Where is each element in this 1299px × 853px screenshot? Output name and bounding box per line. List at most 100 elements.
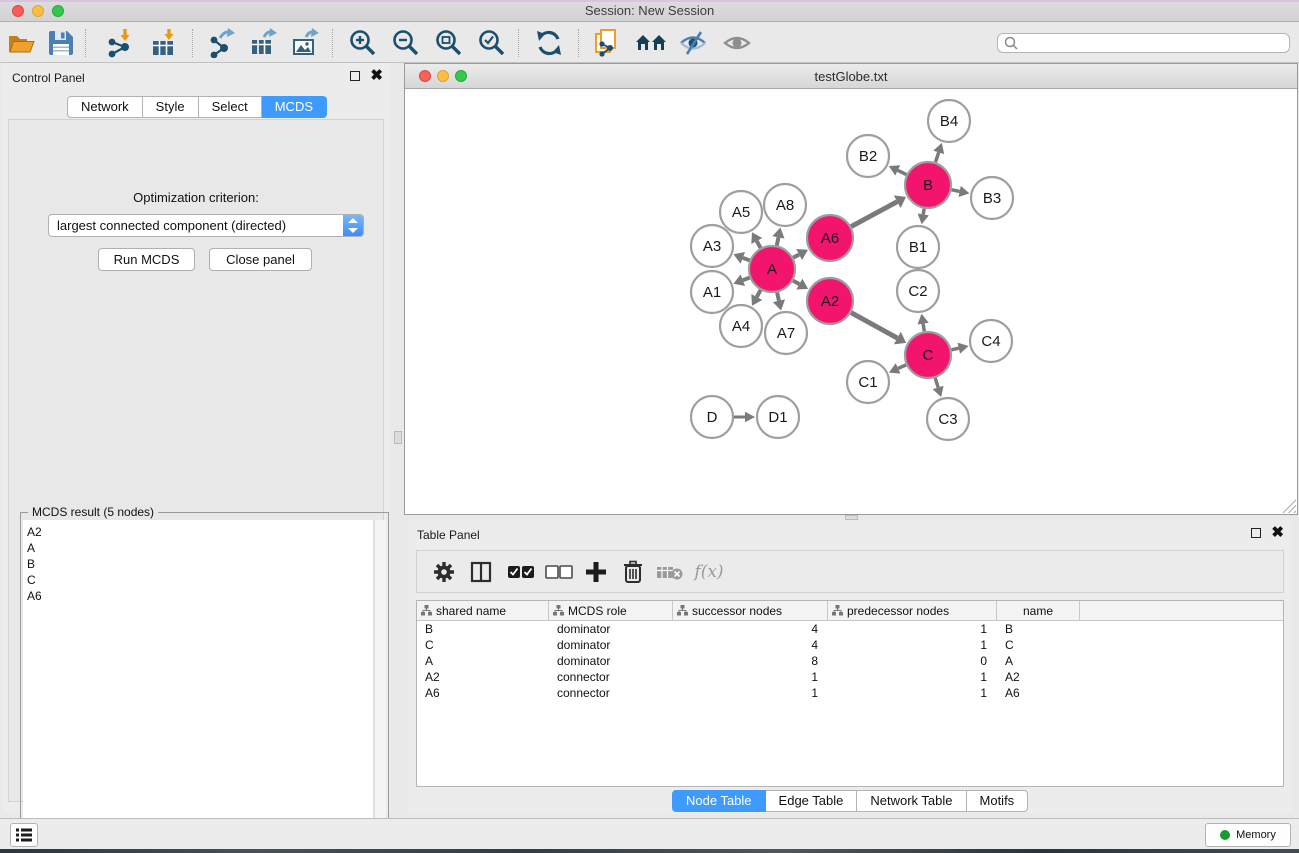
refresh-icon[interactable] <box>533 27 565 59</box>
graph-node-A1[interactable]: A1 <box>691 271 733 313</box>
graph-edge-A-A2[interactable] <box>793 279 808 290</box>
column-header-MCDS-role[interactable]: MCDS role <box>549 601 673 620</box>
delete-icon[interactable] <box>618 557 648 587</box>
table-cell[interactable]: 1 <box>673 670 828 684</box>
table-cell[interactable]: 4 <box>673 638 828 652</box>
table-cell[interactable]: dominator <box>549 654 673 668</box>
memory-button[interactable]: Memory <box>1205 823 1291 847</box>
graph-edge-A-A3[interactable] <box>733 252 749 264</box>
float-panel-icon[interactable] <box>1251 528 1261 538</box>
graph-node-A[interactable]: A <box>749 246 795 292</box>
graph-edge-C-C4[interactable] <box>951 343 968 354</box>
table-row[interactable]: A6connector11A6 <box>417 685 1283 701</box>
graph-edge-A-A8[interactable] <box>772 228 784 246</box>
zoom-in-icon[interactable] <box>347 27 379 59</box>
tab-network[interactable]: Network <box>67 96 143 118</box>
tab-motifs[interactable]: Motifs <box>967 790 1029 812</box>
mcds-result-item[interactable]: B <box>27 556 373 572</box>
table-row[interactable]: A2connector11A2 <box>417 669 1283 685</box>
mcds-result-item[interactable]: A2 <box>27 524 373 540</box>
graph-edge-A6-B[interactable] <box>851 195 906 226</box>
graph-node-A8[interactable]: A8 <box>764 184 806 226</box>
graph-edge-B-B2[interactable] <box>889 165 907 175</box>
table-cell[interactable]: B <box>417 622 549 636</box>
tab-mcds[interactable]: MCDS <box>262 96 327 118</box>
graph-node-B2[interactable]: B2 <box>847 135 889 177</box>
float-panel-icon[interactable] <box>350 71 360 81</box>
table-cell[interactable]: 1 <box>828 638 997 652</box>
clone-network-icon[interactable] <box>591 27 623 59</box>
mcds-result-item[interactable]: A6 <box>27 588 373 604</box>
search-input[interactable] <box>1019 35 1289 51</box>
column-icon[interactable] <box>466 557 496 587</box>
table-cell[interactable]: C <box>417 638 549 652</box>
table-cell[interactable]: A2 <box>997 670 1080 684</box>
tab-edge-table[interactable]: Edge Table <box>766 790 858 812</box>
table-cell[interactable]: connector <box>549 670 673 684</box>
close-panel-icon[interactable]: ✖ <box>370 71 383 81</box>
graph-node-B[interactable]: B <box>905 162 951 208</box>
table-row[interactable]: Adominator80A <box>417 653 1283 669</box>
mcds-result-item[interactable]: A <box>27 540 373 556</box>
graph-edge-B-B4[interactable] <box>933 143 944 162</box>
deselect-all-icon[interactable] <box>544 557 574 587</box>
graph-edge-A2-C[interactable] <box>851 313 906 345</box>
zoom-selected-icon[interactable] <box>476 27 508 59</box>
graph-edge-A-A7[interactable] <box>773 292 785 310</box>
vertical-scrollbar[interactable] <box>374 520 386 849</box>
column-header-successor-nodes[interactable]: successor nodes <box>673 601 828 620</box>
export-table-icon[interactable] <box>247 27 279 59</box>
tab-select[interactable]: Select <box>199 96 262 118</box>
graph-edge-A-A6[interactable] <box>793 249 808 260</box>
table-row[interactable]: Bdominator41B <box>417 621 1283 637</box>
export-network-icon[interactable] <box>205 27 237 59</box>
show-style-icon[interactable] <box>721 27 753 59</box>
splitter-handle[interactable] <box>394 431 402 444</box>
table-cell[interactable]: connector <box>549 686 673 700</box>
table-cell[interactable]: A <box>417 654 549 668</box>
graph-edge-A-A1[interactable] <box>733 274 749 286</box>
zoom-out-icon[interactable] <box>390 27 422 59</box>
graph-node-D1[interactable]: D1 <box>757 396 799 438</box>
export-image-icon[interactable] <box>289 27 321 59</box>
import-network-icon[interactable] <box>103 27 135 59</box>
graph-node-A3[interactable]: A3 <box>691 225 733 267</box>
graph-edge-B-B3[interactable] <box>952 186 970 197</box>
graph-edge-C-C1[interactable] <box>889 363 906 373</box>
mcds-result-item[interactable]: C <box>27 572 373 588</box>
column-header-predecessor-nodes[interactable]: predecessor nodes <box>828 601 997 620</box>
graph-node-B4[interactable]: B4 <box>928 100 970 142</box>
graph-node-B3[interactable]: B3 <box>971 177 1013 219</box>
table-cell[interactable]: 1 <box>828 686 997 700</box>
graph-node-C3[interactable]: C3 <box>927 398 969 440</box>
function-builder-icon[interactable]: f(x) <box>694 557 724 587</box>
open-session-icon[interactable] <box>6 27 38 59</box>
tab-network-table[interactable]: Network Table <box>857 790 966 812</box>
table-row[interactable]: Cdominator41C <box>417 637 1283 653</box>
add-icon[interactable] <box>581 557 611 587</box>
graph-edge-C-C2[interactable] <box>917 314 928 332</box>
graph-edge-D-D1[interactable] <box>734 412 755 422</box>
graph-edge-A-A5[interactable] <box>751 232 762 248</box>
graph-node-A7[interactable]: A7 <box>765 312 807 354</box>
table-cell[interactable]: A6 <box>997 686 1080 700</box>
graph-node-B1[interactable]: B1 <box>897 226 939 268</box>
graph-node-C[interactable]: C <box>905 332 951 378</box>
delete-table-icon[interactable] <box>655 557 685 587</box>
close-panel-button[interactable]: Close panel <box>209 248 312 271</box>
table-cell[interactable]: 4 <box>673 622 828 636</box>
column-header-shared-name[interactable]: shared name <box>417 601 549 620</box>
table-cell[interactable]: 1 <box>828 670 997 684</box>
table-cell[interactable]: C <box>997 638 1080 652</box>
graph-node-C2[interactable]: C2 <box>897 270 939 312</box>
graph-node-A4[interactable]: A4 <box>720 305 762 347</box>
table-cell[interactable]: A6 <box>417 686 549 700</box>
first-neighbors-icon[interactable] <box>635 27 667 59</box>
table-cell[interactable]: dominator <box>549 638 673 652</box>
graph-node-A2[interactable]: A2 <box>807 278 853 324</box>
table-cell[interactable]: dominator <box>549 622 673 636</box>
save-session-icon[interactable] <box>45 27 77 59</box>
column-header-name[interactable]: name <box>997 601 1080 620</box>
search-box[interactable] <box>997 33 1290 53</box>
graph-node-C4[interactable]: C4 <box>970 320 1012 362</box>
